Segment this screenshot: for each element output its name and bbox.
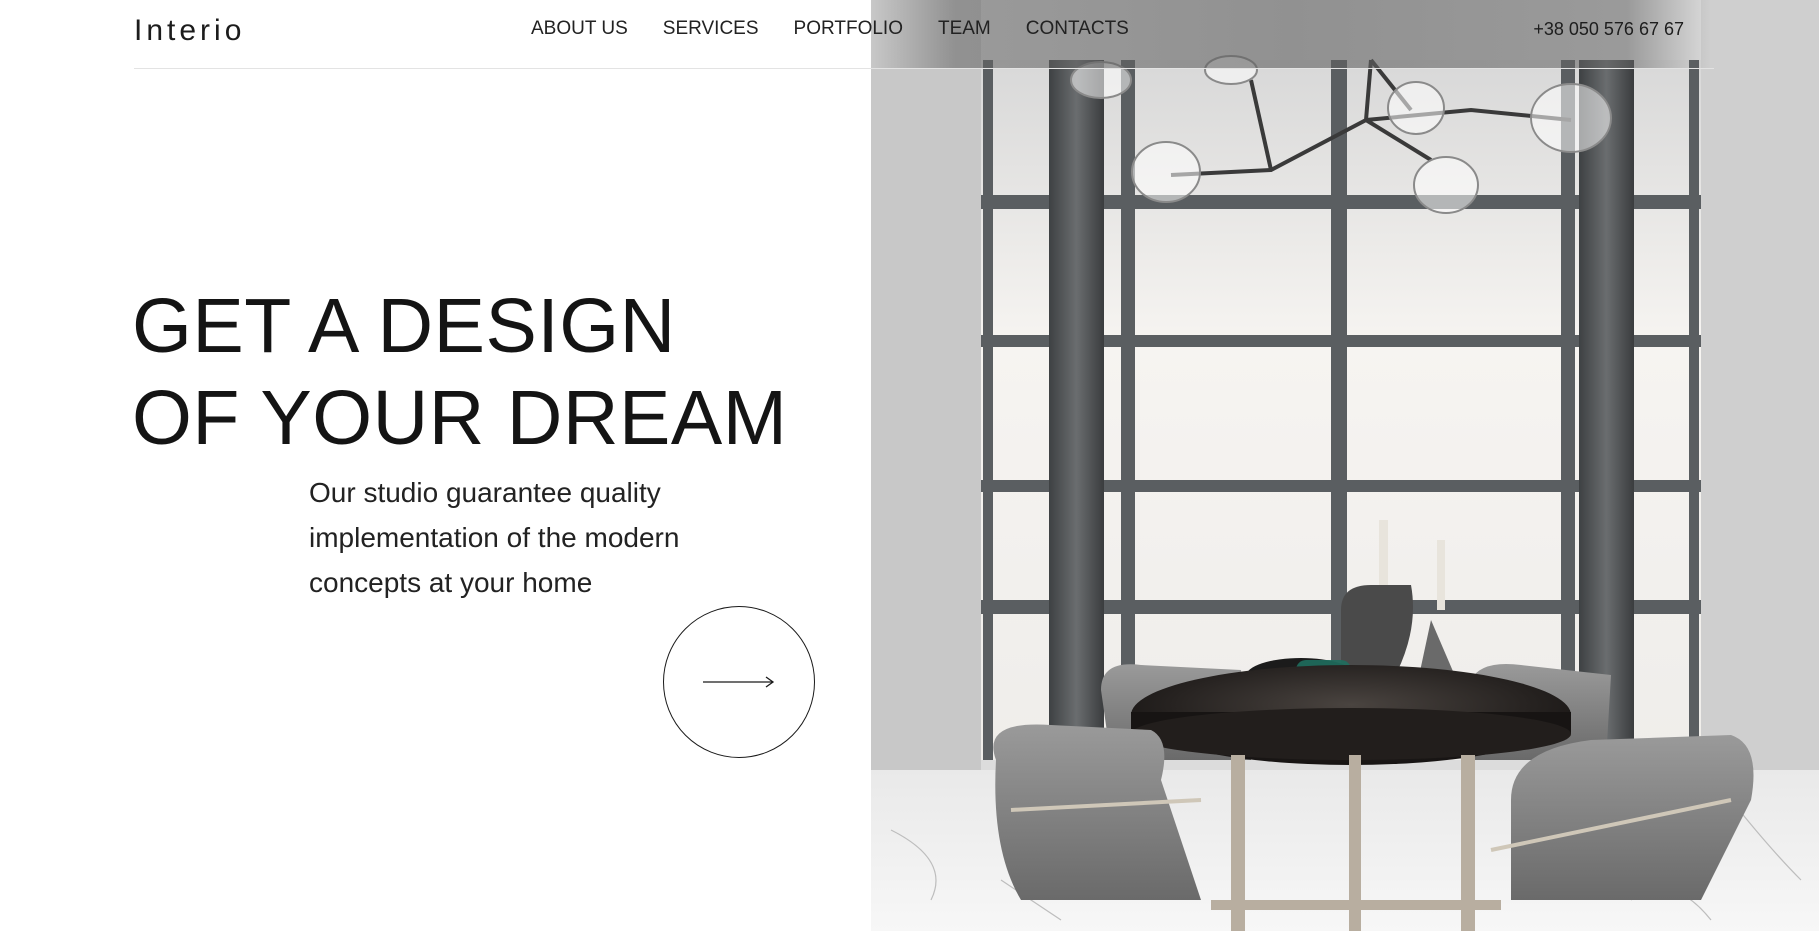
hero-headline: GET A DESIGN OF YOUR DREAM [132, 280, 787, 464]
subtext-line-3: concepts at your home [309, 567, 593, 598]
nav-services[interactable]: SERVICES [663, 18, 759, 40]
header-divider [134, 68, 1714, 69]
site-header: Interio ABOUT US SERVICES PORTFOLIO TEAM… [0, 0, 1819, 69]
dining-room-illustration [871, 0, 1819, 931]
nav-portfolio[interactable]: PORTFOLIO [794, 18, 903, 40]
main-nav: ABOUT US SERVICES PORTFOLIO TEAM CONTACT… [531, 18, 1164, 40]
nav-team[interactable]: TEAM [938, 18, 991, 40]
headline-line-2: OF YOUR DREAM [132, 375, 788, 461]
nav-about-us[interactable]: ABOUT US [531, 18, 628, 40]
arrow-right-icon [703, 676, 775, 688]
hero-image [871, 0, 1819, 931]
hero-subtext: Our studio guarantee quality implementat… [309, 470, 779, 605]
logo[interactable]: Interio [134, 14, 245, 48]
subtext-line-2: implementation of the modern [309, 522, 680, 553]
phone-number[interactable]: +38 050 576 67 67 [1533, 19, 1684, 40]
headline-line-1: GET A DESIGN [132, 283, 676, 369]
subtext-line-1: Our studio guarantee quality [309, 477, 661, 508]
landing-page: Interio ABOUT US SERVICES PORTFOLIO TEAM… [0, 0, 1819, 931]
next-arrow-button[interactable] [663, 606, 815, 758]
nav-contacts[interactable]: CONTACTS [1026, 18, 1129, 40]
